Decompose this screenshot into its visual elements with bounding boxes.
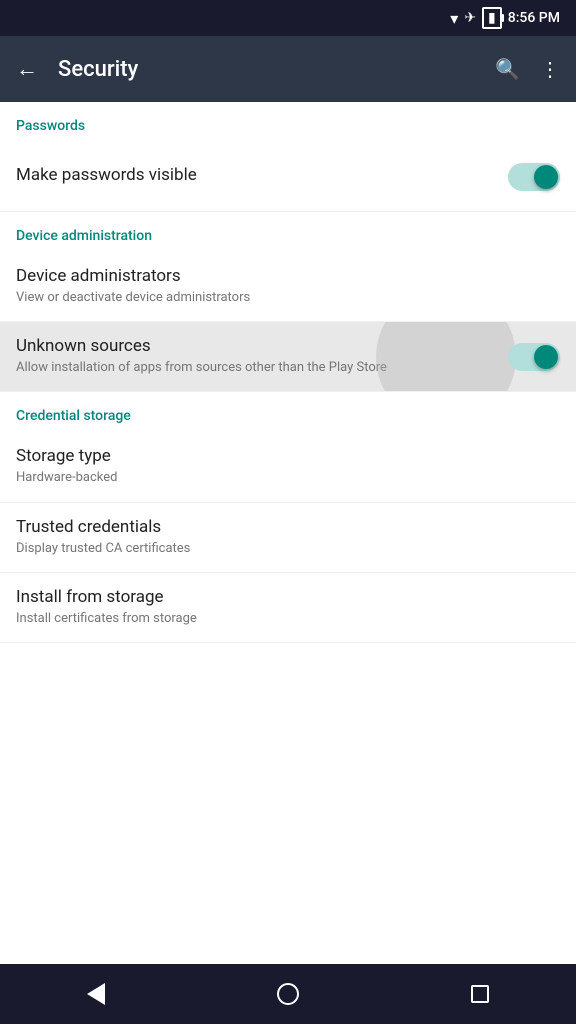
- toggle-thumb-make-passwords-visible: [534, 165, 558, 189]
- setting-content-storage-type: Storage type Hardware-backed: [16, 446, 560, 487]
- setting-content-make-passwords-visible: Make passwords visible: [16, 165, 508, 188]
- section-header-credential-storage: Credential storage: [0, 392, 576, 432]
- setting-subtitle-trusted-credentials: Display trusted CA certificates: [16, 540, 560, 558]
- more-options-icon[interactable]: ⋮: [540, 57, 560, 81]
- nav-recent-button[interactable]: [460, 974, 500, 1014]
- setting-title-install-from-storage: Install from storage: [16, 587, 560, 607]
- status-icons: ▾ ✈ ▮ 8:56 PM: [450, 7, 560, 29]
- section-header-passwords: Passwords: [0, 102, 576, 142]
- setting-content-device-administrators: Device administrators View or deactivate…: [16, 266, 560, 307]
- airplane-icon: ✈: [464, 10, 476, 26]
- toolbar: ← Security 🔍 ⋮: [0, 36, 576, 102]
- setting-title-device-administrators: Device administrators: [16, 266, 560, 286]
- page-title: Security: [58, 57, 495, 82]
- back-button[interactable]: ←: [16, 56, 38, 82]
- battery-icon: ▮: [482, 7, 502, 29]
- setting-subtitle-storage-type: Hardware-backed: [16, 469, 560, 487]
- section-device-administration: Device administration Device administrat…: [0, 212, 576, 392]
- toggle-unknown-sources[interactable]: [508, 343, 560, 371]
- nav-recent-icon: [471, 985, 489, 1003]
- toggle-thumb-unknown-sources: [534, 345, 558, 369]
- ripple-effect: [376, 322, 516, 392]
- setting-row-install-from-storage[interactable]: Install from storage Install certificate…: [0, 573, 576, 643]
- setting-title-trusted-credentials: Trusted credentials: [16, 517, 560, 537]
- setting-row-trusted-credentials[interactable]: Trusted credentials Display trusted CA c…: [0, 503, 576, 573]
- section-credential-storage: Credential storage Storage type Hardware…: [0, 392, 576, 643]
- status-bar: ▾ ✈ ▮ 8:56 PM: [0, 0, 576, 36]
- setting-row-storage-type[interactable]: Storage type Hardware-backed: [0, 432, 576, 502]
- setting-content-install-from-storage: Install from storage Install certificate…: [16, 587, 560, 628]
- setting-row-unknown-sources[interactable]: Unknown sources Allow installation of ap…: [0, 322, 576, 392]
- setting-row-make-passwords-visible[interactable]: Make passwords visible: [0, 142, 576, 212]
- navigation-bar: [0, 964, 576, 1024]
- nav-back-button[interactable]: [76, 974, 116, 1014]
- toolbar-actions: 🔍 ⋮: [495, 57, 560, 81]
- status-time: 8:56 PM: [508, 10, 560, 26]
- nav-home-icon: [277, 983, 299, 1005]
- search-icon[interactable]: 🔍: [495, 57, 520, 81]
- section-header-device-administration: Device administration: [0, 212, 576, 252]
- section-passwords: Passwords Make passwords visible: [0, 102, 576, 212]
- nav-home-button[interactable]: [268, 974, 308, 1014]
- setting-content-trusted-credentials: Trusted credentials Display trusted CA c…: [16, 517, 560, 558]
- toggle-make-passwords-visible[interactable]: [508, 163, 560, 191]
- setting-row-device-administrators[interactable]: Device administrators View or deactivate…: [0, 252, 576, 322]
- setting-title-make-passwords-visible: Make passwords visible: [16, 165, 508, 185]
- wifi-icon: ▾: [450, 9, 458, 28]
- nav-back-icon: [87, 983, 105, 1005]
- setting-title-storage-type: Storage type: [16, 446, 560, 466]
- setting-subtitle-device-administrators: View or deactivate device administrators: [16, 289, 560, 307]
- content-area: Passwords Make passwords visible Device …: [0, 102, 576, 964]
- setting-subtitle-install-from-storage: Install certificates from storage: [16, 610, 560, 628]
